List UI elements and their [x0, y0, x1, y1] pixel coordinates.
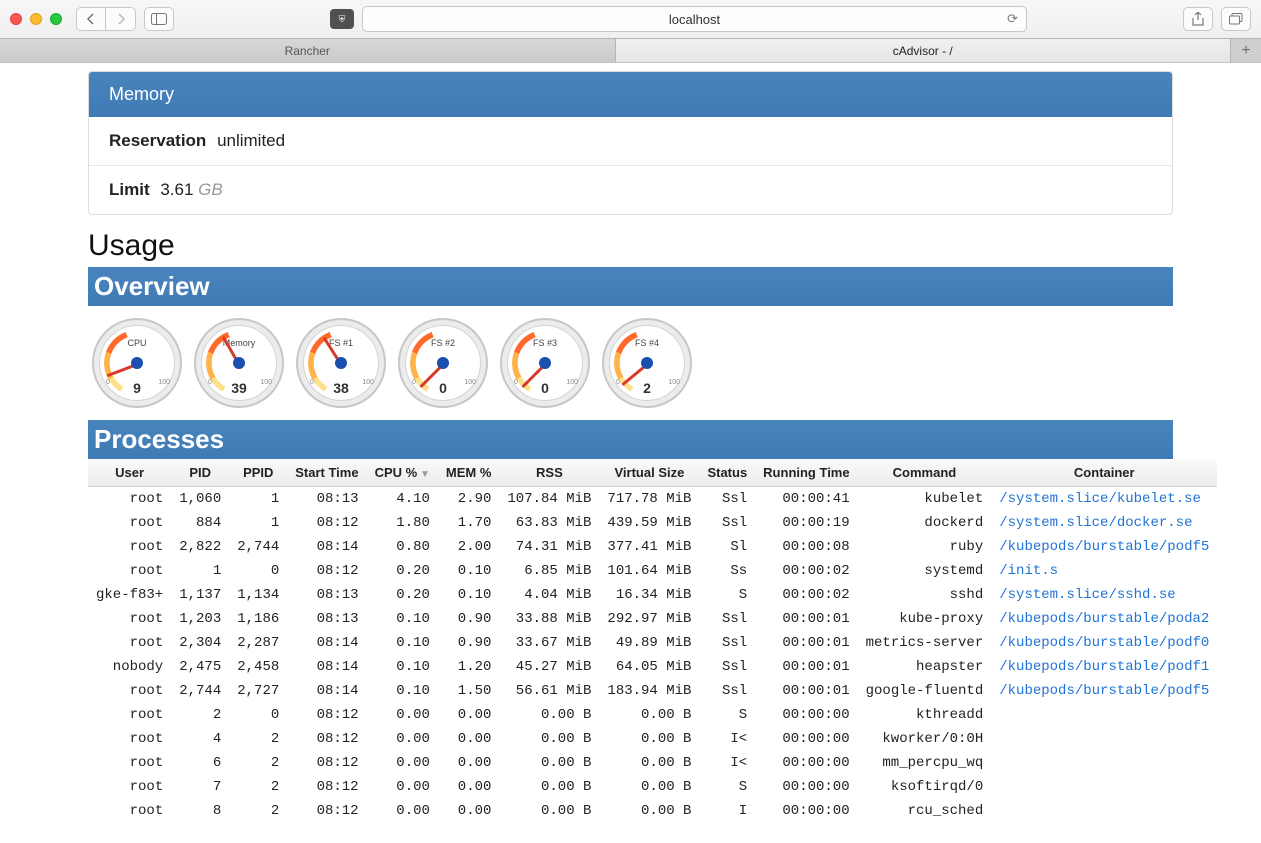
tab-rancher[interactable]: Rancher: [0, 39, 616, 62]
gauge-label: CPU: [127, 338, 146, 348]
table-row: root8208:120.000.000.00 B0.00 BI00:00:00…: [88, 799, 1217, 823]
gauges-row: 0100CPU90100Memory390100FS #1380100FS #2…: [88, 306, 1173, 420]
reservation-value: unlimited: [217, 131, 285, 150]
table-row: nobody2,4752,45808:140.101.2045.27 MiB64…: [88, 655, 1217, 679]
column-header[interactable]: Container: [991, 459, 1217, 487]
usage-heading: Usage: [88, 229, 1173, 263]
table-row: root6208:120.000.000.00 B0.00 BI<00:00:0…: [88, 751, 1217, 775]
gauge-value: 2: [643, 380, 651, 396]
new-tab-button[interactable]: +: [1231, 39, 1261, 62]
tab-bar: Rancher cAdvisor - / +: [0, 38, 1261, 62]
gauge: 0100FS #138: [296, 318, 386, 408]
gauge-value: 0: [541, 380, 549, 396]
container-link[interactable]: /system.slice/sshd.se: [999, 587, 1175, 603]
table-row: root1,060108:134.102.90107.84 MiB717.78 …: [88, 487, 1217, 512]
table-row: root1008:120.200.106.85 MiB101.64 MiBSs0…: [88, 559, 1217, 583]
column-header[interactable]: PPID: [229, 459, 287, 487]
table-row: root2,8222,74408:140.802.0074.31 MiB377.…: [88, 535, 1217, 559]
reload-icon[interactable]: ⟳: [1007, 11, 1018, 27]
table-row: gke-f83+1,1371,13408:130.200.104.04 MiB1…: [88, 583, 1217, 607]
gauge: 0100Memory39: [194, 318, 284, 408]
limit-value: 3.61: [160, 180, 193, 199]
column-header[interactable]: Command: [858, 459, 992, 487]
table-row: root7208:120.000.000.00 B0.00 BS00:00:00…: [88, 775, 1217, 799]
browser-chrome: ⛨ localhost ⟳ Rancher cAdvisor - / +: [0, 0, 1261, 63]
limit-unit: GB: [198, 180, 223, 199]
gauge-label: FS #1: [329, 338, 353, 348]
column-header[interactable]: Virtual Size: [599, 459, 699, 487]
tab-label: cAdvisor - /: [893, 44, 953, 58]
limit-label: Limit: [109, 180, 150, 199]
tab-cadvisor[interactable]: cAdvisor - /: [616, 39, 1232, 62]
overview-heading: Overview: [88, 267, 1173, 306]
share-button[interactable]: [1183, 7, 1213, 31]
container-link[interactable]: /system.slice/kubelet.se: [999, 491, 1201, 507]
table-row: root4208:120.000.000.00 B0.00 BI<00:00:0…: [88, 727, 1217, 751]
gauge-label: FS #2: [431, 338, 455, 348]
gauge-value: 38: [333, 380, 349, 396]
gauge: 0100FS #30: [500, 318, 590, 408]
column-header[interactable]: User: [88, 459, 171, 487]
column-header[interactable]: PID: [171, 459, 229, 487]
sidebar-toggle-button[interactable]: [144, 7, 174, 31]
memory-panel: Memory Reservation unlimited Limit 3.61 …: [88, 71, 1173, 215]
column-header[interactable]: MEM %: [438, 459, 500, 487]
gauge-value: 39: [231, 380, 247, 396]
container-link[interactable]: /kubepods/burstable/podf1: [999, 659, 1209, 675]
table-row: root884108:121.801.7063.83 MiB439.59 MiB…: [88, 511, 1217, 535]
processes-heading: Processes: [88, 420, 1173, 459]
tab-label: Rancher: [285, 44, 330, 58]
content-blocker-icon[interactable]: ⛨: [330, 9, 354, 29]
container-link[interactable]: /kubepods/burstable/podf5: [999, 683, 1209, 699]
column-header[interactable]: CPU %: [367, 459, 438, 487]
container-link[interactable]: /init.s: [999, 563, 1058, 579]
address-bar[interactable]: localhost ⟳: [362, 6, 1027, 32]
column-header[interactable]: Status: [699, 459, 755, 487]
reservation-row: Reservation unlimited: [89, 117, 1172, 165]
container-link[interactable]: /kubepods/burstable/podf5: [999, 539, 1209, 555]
table-row: root2,7442,72708:140.101.5056.61 MiB183.…: [88, 679, 1217, 703]
table-row: root2008:120.000.000.00 B0.00 BS00:00:00…: [88, 703, 1217, 727]
gauge-label: FS #4: [635, 338, 659, 348]
gauge-value: 9: [133, 380, 141, 396]
gauge-label: FS #3: [533, 338, 557, 348]
column-header[interactable]: RSS: [499, 459, 599, 487]
tabs-button[interactable]: [1221, 7, 1251, 31]
forward-button[interactable]: [106, 7, 136, 31]
container-link[interactable]: /kubepods/burstable/podf0: [999, 635, 1209, 651]
process-table: UserPIDPPIDStart TimeCPU %MEM %RSSVirtua…: [88, 459, 1217, 823]
zoom-window-button[interactable]: [50, 13, 62, 25]
container-link[interactable]: /kubepods/burstable/poda2: [999, 611, 1209, 627]
table-row: root1,2031,18608:130.100.9033.88 MiB292.…: [88, 607, 1217, 631]
window-controls: [10, 13, 62, 25]
column-header[interactable]: Start Time: [287, 459, 366, 487]
url-text: localhost: [669, 12, 720, 27]
close-window-button[interactable]: [10, 13, 22, 25]
gauge: 0100CPU9: [92, 318, 182, 408]
container-link[interactable]: /system.slice/docker.se: [999, 515, 1192, 531]
table-row: root2,3042,28708:140.100.9033.67 MiB49.8…: [88, 631, 1217, 655]
gauge: 0100FS #20: [398, 318, 488, 408]
reservation-label: Reservation: [109, 131, 206, 150]
gauge: 0100FS #42: [602, 318, 692, 408]
column-header[interactable]: Running Time: [755, 459, 857, 487]
minimize-window-button[interactable]: [30, 13, 42, 25]
back-button[interactable]: [76, 7, 106, 31]
gauge-value: 0: [439, 380, 447, 396]
memory-panel-header[interactable]: Memory: [89, 72, 1172, 117]
limit-row: Limit 3.61 GB: [89, 165, 1172, 214]
